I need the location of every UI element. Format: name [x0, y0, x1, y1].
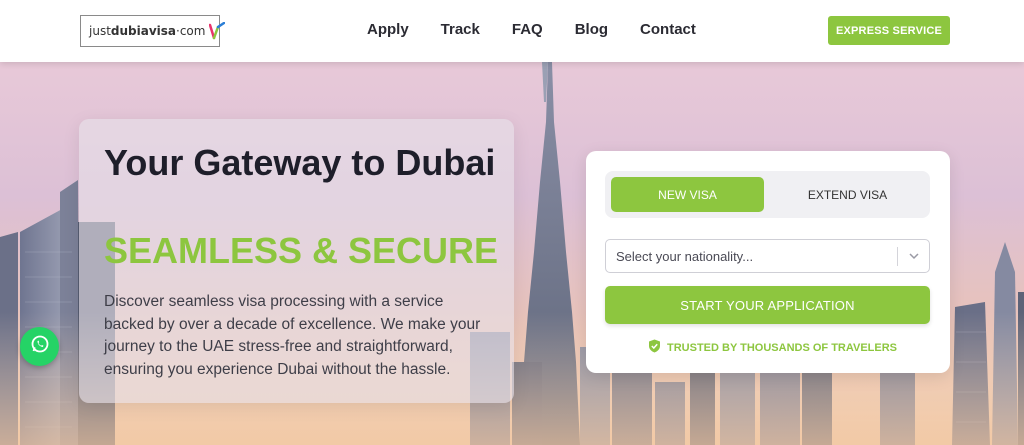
- nav-blog[interactable]: Blog: [575, 21, 608, 38]
- logo-brand: dubiavisa: [110, 24, 177, 38]
- site-logo[interactable]: just dubiavisa ·com: [80, 15, 226, 47]
- nav-contact[interactable]: Contact: [640, 21, 696, 38]
- chevron-down-icon[interactable]: [908, 250, 920, 265]
- hero-title: Your Gateway to Dubai: [104, 142, 496, 183]
- nav-faq[interactable]: FAQ: [512, 21, 543, 38]
- logo-prefix: just: [89, 24, 111, 38]
- nav-track[interactable]: Track: [441, 21, 480, 38]
- logo-mark-icon: [209, 22, 226, 40]
- nav-apply[interactable]: Apply: [367, 21, 409, 38]
- express-service-button[interactable]: EXPRESS SERVICE: [828, 16, 950, 45]
- nationality-placeholder: Select your nationality...: [616, 248, 754, 264]
- shield-check-icon: [648, 339, 661, 356]
- nationality-select[interactable]: Select your nationality...: [605, 239, 930, 273]
- trust-badge: TRUSTED BY THOUSANDS OF TRAVELERS: [648, 339, 897, 356]
- trust-label: TRUSTED BY THOUSANDS OF TRAVELERS: [667, 341, 897, 354]
- logo-suffix: ·com: [176, 24, 206, 38]
- tab-new-visa[interactable]: NEW VISA: [611, 177, 764, 212]
- main-nav: Apply Track FAQ Blog Contact: [367, 21, 696, 38]
- start-application-button[interactable]: START YOUR APPLICATION: [605, 286, 930, 324]
- whatsapp-chat-button[interactable]: [20, 327, 59, 366]
- tab-extend-visa[interactable]: EXTEND VISA: [771, 177, 924, 212]
- visa-type-tabs: NEW VISA EXTEND VISA: [605, 171, 930, 218]
- hero-description: Discover seamless visa processing with a…: [104, 293, 481, 378]
- select-divider: [897, 247, 898, 266]
- whatsapp-icon: [30, 334, 50, 359]
- hero-subtitle: SEAMLESS & SECURE: [104, 230, 499, 271]
- site-header: just dubiavisa ·com Apply Track FAQ Blog C…: [0, 0, 1024, 62]
